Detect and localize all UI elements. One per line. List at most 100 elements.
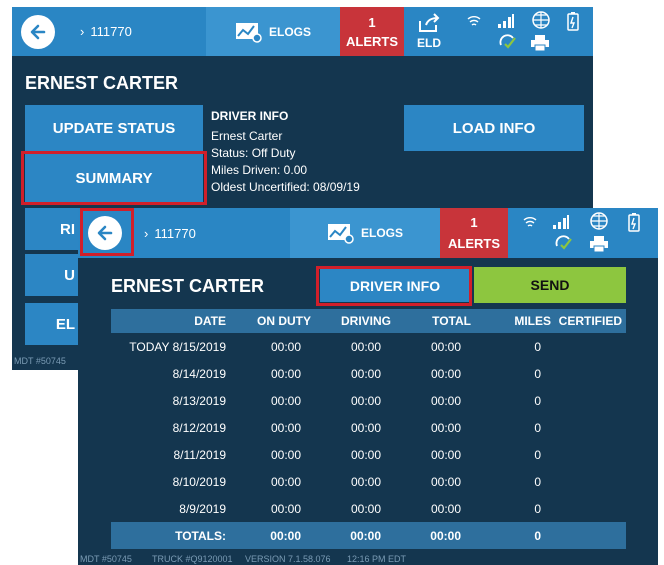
eld-tab[interactable]: ELD (404, 7, 454, 56)
cell-on-duty: 00:00 (270, 501, 301, 516)
battery-icon (628, 213, 640, 232)
front-top-bar: › 111770 ELOGS 1 ALERTS (78, 208, 658, 258)
cell-date: 8/9/2019 (179, 501, 226, 516)
alerts-count: 1 (470, 215, 478, 230)
cell-driving: 00:00 (350, 393, 381, 408)
cell-certified (551, 495, 626, 522)
printer-icon (590, 236, 608, 253)
table-row[interactable]: 8/14/2019 00:00 00:00 00:00 0 (111, 360, 626, 387)
alerts-tab[interactable]: 1 ALERTS (340, 7, 404, 56)
truck-id: 111770 (154, 225, 196, 241)
cell-on-duty: 00:00 (270, 339, 301, 354)
driver-info-line: Ernest Carter (211, 129, 283, 143)
signal-icon (553, 215, 569, 229)
cell-total: 00:00 (430, 339, 461, 354)
alerts-label: ALERTS (448, 236, 500, 251)
cell-certified (551, 360, 626, 387)
partial-button-3[interactable]: EL (25, 303, 85, 345)
truck-selector[interactable]: › 111770 (80, 7, 206, 56)
chevron-right-icon: › (144, 225, 149, 241)
cell-date: 8/12/2019 (172, 420, 226, 435)
cell-total: 00:00 (430, 474, 461, 489)
cell-total: 00:00 (430, 366, 461, 381)
cell-on-duty: 00:00 (270, 447, 301, 462)
cell-miles: 0 (534, 474, 541, 489)
cell-on-duty: 00:00 (270, 420, 301, 435)
cell-certified (551, 387, 626, 414)
back-button[interactable] (21, 15, 55, 49)
cell-total: 00:00 (430, 420, 461, 435)
col-header-on-duty[interactable]: ON DUTY (226, 309, 311, 333)
back-arrow-icon (30, 24, 46, 40)
table-row[interactable]: 8/12/2019 00:00 00:00 00:00 0 (111, 414, 626, 441)
battery-icon (567, 12, 579, 31)
total-miles: 0 (471, 522, 551, 549)
partial-button-2[interactable]: U (25, 254, 85, 296)
eld-label: ELD (417, 36, 441, 50)
alerts-label: ALERTS (346, 33, 398, 49)
wifi-icon (467, 16, 481, 26)
wifi-icon (523, 217, 537, 227)
front-alerts-tab[interactable]: 1 ALERTS (440, 208, 508, 258)
sync-check-icon (499, 34, 516, 49)
total-certified (551, 522, 626, 549)
update-status-button[interactable]: UPDATE STATUS (25, 105, 203, 151)
totals-row: TOTALS: 00:00 00:00 00:00 0 (111, 522, 626, 549)
cell-on-duty: 00:00 (270, 366, 301, 381)
table-row[interactable]: 8/13/2019 00:00 00:00 00:00 0 (111, 387, 626, 414)
table-row[interactable]: 8/9/2019 00:00 00:00 00:00 0 (111, 495, 626, 522)
alerts-count: 1 (368, 14, 376, 30)
table-row[interactable]: 8/11/2019 00:00 00:00 00:00 0 (111, 441, 626, 468)
front-footer-version: VERSION 7.1.58.076 (245, 554, 331, 564)
front-truck-selector[interactable]: › 111770 (144, 208, 290, 258)
cell-date: 8/14/2019 (172, 366, 226, 381)
globe-icon (532, 11, 550, 29)
signal-icon (498, 14, 514, 28)
cell-total: 00:00 (430, 393, 461, 408)
cell-certified (551, 333, 626, 360)
partial-button-1[interactable]: RI (25, 208, 85, 250)
load-info-button[interactable]: LOAD INFO (404, 105, 584, 151)
elogs-label: ELOGS (360, 226, 403, 240)
front-elogs-tab[interactable]: ELOGS (290, 208, 440, 258)
col-header-miles[interactable]: MILES (471, 309, 551, 333)
cell-driving: 00:00 (350, 339, 381, 354)
driver-info-line: Miles Driven: 0.00 (211, 163, 308, 177)
cell-driving: 00:00 (350, 501, 381, 516)
table-row[interactable]: 8/10/2019 00:00 00:00 00:00 0 (111, 468, 626, 495)
cell-date: 8/13/2019 (172, 393, 226, 408)
col-header-total[interactable]: TOTAL (391, 309, 471, 333)
driver-info-heading: DRIVER INFO (211, 109, 289, 123)
cell-driving: 00:00 (350, 474, 381, 489)
driver-info-line: Status: Off Duty (211, 146, 296, 160)
front-driver-name: ERNEST CARTER (111, 276, 265, 296)
table-header-row: DATE ON DUTY DRIVING TOTAL MILES CERTIFI… (111, 309, 626, 333)
total-driving: 00:00 (311, 522, 391, 549)
driver-info-button[interactable]: DRIVER INFO (320, 269, 470, 302)
printer-icon (531, 35, 549, 52)
cell-date: 8/11/2019 (173, 447, 227, 462)
front-screen: › 111770 ELOGS 1 ALERTS ERNEST CARTER DR… (78, 208, 658, 565)
table-row[interactable]: TODAY 8/15/2019 00:00 00:00 00:00 0 (111, 333, 626, 360)
top-bar: › 111770 ELOGS 1 ALERTS ELD (12, 7, 593, 56)
back-arrow-icon (97, 225, 113, 241)
chevron-right-icon: › (80, 24, 85, 39)
cell-miles: 0 (534, 339, 541, 354)
elogs-tab[interactable]: ELOGS (206, 7, 340, 56)
cell-certified (551, 468, 626, 495)
elogs-chart-icon (327, 224, 354, 244)
elogs-chart-icon (235, 22, 262, 43)
send-button[interactable]: SEND (474, 267, 626, 303)
col-header-date[interactable]: DATE (111, 309, 226, 333)
col-header-certified[interactable]: CERTIFIED (551, 309, 626, 333)
totals-label: TOTALS: (111, 522, 226, 549)
cell-certified (551, 441, 626, 468)
total-total: 00:00 (391, 522, 471, 549)
col-header-driving[interactable]: DRIVING (311, 309, 391, 333)
cell-total: 00:00 (430, 447, 461, 462)
summary-button[interactable]: SUMMARY (25, 154, 203, 202)
front-back-button[interactable] (88, 216, 122, 250)
cell-driving: 00:00 (350, 447, 381, 462)
cell-miles: 0 (534, 393, 541, 408)
cell-miles: 0 (534, 420, 541, 435)
